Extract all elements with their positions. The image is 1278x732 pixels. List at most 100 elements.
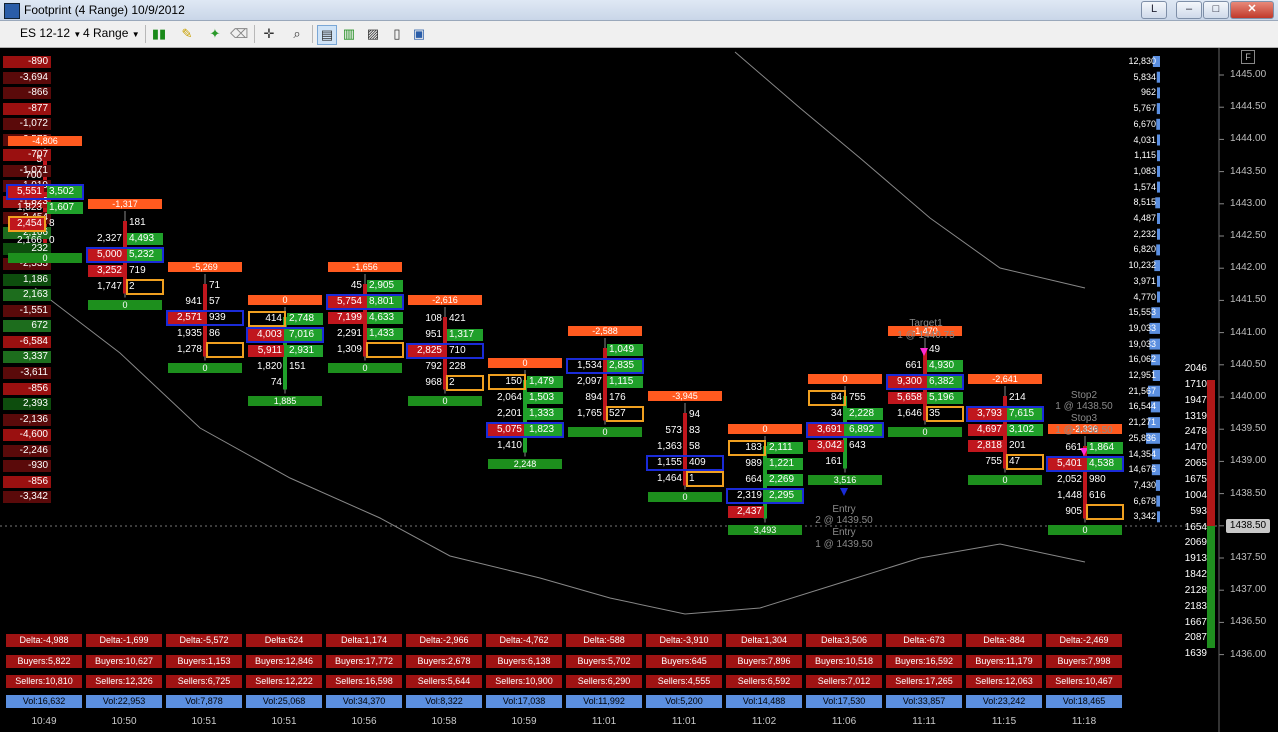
period-selector[interactable]: 4 Range ▼: [83, 26, 140, 40]
left-delta-cell: -856: [3, 475, 51, 488]
left-delta-cell: 3,337: [3, 351, 51, 364]
right-side-value: 2183: [1184, 600, 1207, 612]
price-axis-label: 1438.50: [1230, 487, 1267, 499]
volume-ladder-value: 1,574: [1133, 181, 1156, 192]
zoom-icon[interactable]: ⌕: [288, 25, 306, 43]
imbalance-highlight-box: [1046, 456, 1124, 473]
bar-delta-bottom: 3,493: [728, 524, 802, 535]
stop-qty-label: 1 @ 1438.50: [1055, 425, 1113, 436]
stat-volume: Vol:18,465: [1046, 695, 1122, 708]
stat-buyers: Buyers:1,153: [166, 655, 242, 668]
stat-sellers: Sellers:16,598: [326, 675, 402, 688]
footprint-sell-cell: 941: [185, 296, 202, 308]
imbalance-highlight-box: [406, 343, 484, 360]
time-axis-label: 11:11: [912, 716, 936, 727]
toolbar-divider: [145, 25, 146, 43]
footprint-buy-cell: 181: [129, 217, 146, 228]
footprint-sell-cell: 792: [425, 361, 442, 373]
footprint-buy-cell: 83: [689, 425, 701, 437]
properties-icon[interactable]: ▤: [317, 25, 337, 45]
app-icon: [4, 3, 20, 19]
bar-style-icon[interactable]: ▮▮: [150, 25, 168, 43]
footprint-sell-cell: 894: [585, 392, 602, 404]
volume-ladder-bar: [1157, 181, 1160, 193]
data-box-icon[interactable]: ▯: [388, 25, 406, 43]
indicator-icon[interactable]: ▣: [410, 25, 428, 43]
crosshair-icon[interactable]: ✛: [260, 25, 278, 43]
price-axis-label: 1439.50: [1230, 423, 1267, 435]
footprint-chart[interactable]: F 1445.00 1444.50 1444.00 1443.50 1443.00 144…: [0, 48, 1278, 732]
footprint-sell-cell: 5,911: [248, 345, 284, 358]
bar-delta-bottom: 0: [168, 362, 242, 373]
price-axis-label: 1439.00: [1230, 455, 1267, 467]
chart-format-button[interactable]: F: [1241, 50, 1255, 64]
stat-delta: Delta:-4,762: [486, 634, 562, 647]
imbalance-highlight-box: [806, 422, 884, 439]
footprint-buy-cell: 980: [1089, 474, 1106, 486]
footprint-buy-cell: 3,102: [1007, 424, 1043, 437]
minimize-button[interactable]: –: [1176, 1, 1202, 19]
stat-volume: Vol:34,370: [326, 695, 402, 708]
stat-buyers: Buyers:10,518: [806, 655, 882, 668]
time-axis-label: 10:56: [351, 716, 377, 727]
price-axis-label: 1440.50: [1230, 358, 1267, 370]
stat-sellers: Sellers:4,555: [646, 675, 722, 688]
instrument-selector[interactable]: ES 12-12 ▼: [20, 26, 81, 40]
price-axis-label: 1444.00: [1230, 133, 1267, 145]
stat-sellers: Sellers:12,063: [966, 675, 1042, 688]
right-side-value: 2065: [1184, 458, 1207, 470]
footprint-buy-cell: 1,317: [447, 329, 483, 342]
footprint-sell-cell: 1,646: [896, 408, 922, 420]
bar-delta-bottom: 0: [648, 491, 722, 502]
footprint-sell-cell: 161: [825, 456, 842, 468]
footprint-sell-cell: 1,765: [576, 408, 602, 420]
window-title-bar: Footprint (4 Range) 10/9/2012 L – □ ✕: [0, 0, 1278, 21]
exhaustion-highlight-box: [1086, 504, 1124, 521]
imbalance-highlight-box: [6, 184, 84, 201]
right-side-value: 1710: [1184, 378, 1207, 390]
left-delta-cell: -1,551: [3, 304, 51, 317]
exhaustion-highlight-box: [808, 390, 846, 406]
price-axis-label: 1436.00: [1230, 648, 1267, 660]
left-delta-cell: -2,136: [3, 413, 51, 426]
exhaustion-highlight-box: [728, 440, 766, 456]
footprint-sell-cell: 2,052: [1056, 474, 1082, 486]
eraser-icon[interactable]: ⌫: [230, 25, 248, 43]
right-side-value: 1319: [1184, 410, 1207, 422]
footprint-buy-cell: 1,479: [527, 376, 563, 388]
left-delta-cell: 2,393: [3, 398, 51, 411]
footprint-buy-cell: 0: [49, 234, 55, 246]
volume-ladder-value: 15,553: [1128, 307, 1156, 318]
link-button[interactable]: L: [1141, 1, 1167, 19]
bar-delta-top: 0: [808, 374, 882, 384]
footprint-buy-cell: 719: [129, 265, 146, 277]
left-delta-cell: 2,163: [3, 289, 51, 302]
pencil-icon[interactable]: ✎: [178, 25, 196, 43]
volume-ladder-value: 2,232: [1133, 228, 1156, 239]
tool-icon[interactable]: ✦: [206, 25, 224, 43]
right-side-value: 1675: [1184, 473, 1207, 485]
bar-delta-top: 0: [728, 424, 802, 434]
right-side-value: 1654: [1184, 521, 1207, 533]
left-delta-cell: -3,611: [3, 367, 51, 379]
maximize-button[interactable]: □: [1203, 1, 1229, 19]
bar-delta-top: -1,656: [328, 262, 402, 272]
bar-delta-bottom: 0: [328, 362, 402, 373]
footprint-buy-cell: 228: [449, 361, 466, 373]
footprint-sell-cell: 755: [985, 456, 1002, 468]
footprint-icon[interactable]: ▥: [340, 25, 358, 43]
stat-sellers: Sellers:5,644: [406, 675, 482, 688]
close-button[interactable]: ✕: [1230, 1, 1274, 19]
volume-profile-buy: [1207, 526, 1215, 648]
stat-buyers: Buyers:7,896: [726, 655, 802, 668]
chart-icon[interactable]: ▨: [364, 25, 382, 43]
footprint-sell-cell: 968: [425, 377, 442, 389]
bar-delta-top: 0: [248, 295, 322, 305]
exhaustion-highlight-box: [926, 406, 964, 423]
footprint-sell-cell: 3,042: [808, 440, 844, 453]
footprint-buy-cell: 201: [1009, 440, 1026, 452]
footprint-sell-cell: 2,291: [336, 328, 362, 340]
stat-volume: Vol:22,953: [86, 695, 162, 708]
right-side-value: 2087: [1184, 632, 1207, 644]
right-side-value: 1470: [1184, 442, 1207, 454]
